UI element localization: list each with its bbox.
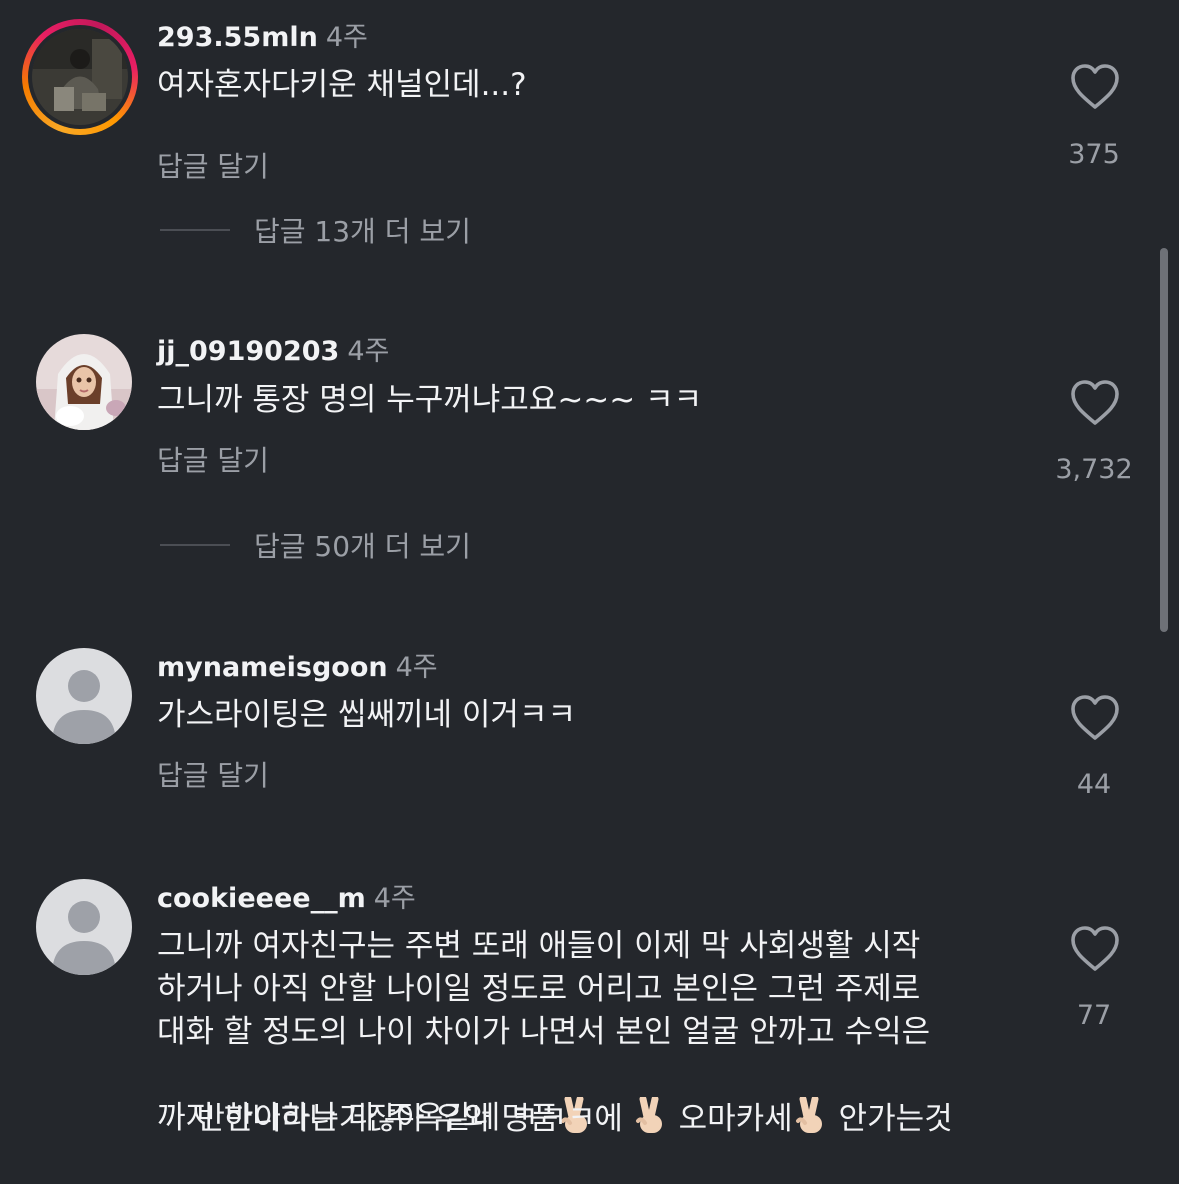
comment-text-line: 대화 할 정도의 나이 차이가 나면서 본인 얼굴 안까고 수익은	[157, 1014, 931, 1050]
comment-time: 4주	[347, 336, 390, 367]
text-segment: 오마카세	[678, 1101, 793, 1137]
comment-text: 가스라이팅은 씹쌔끼네 이거ㅋㅋ	[157, 697, 576, 733]
scrollbar[interactable]	[1160, 248, 1168, 632]
comment-time: 4주	[373, 883, 416, 914]
avatar-photo	[32, 29, 128, 125]
text-segment: 에	[594, 1101, 633, 1137]
comment-header: mynameisgoon 4주	[157, 651, 438, 685]
heart-outline-icon[interactable]	[1069, 379, 1121, 427]
default-user-avatar[interactable]	[36, 648, 132, 744]
user-avatar[interactable]	[36, 334, 132, 430]
view-replies-label: 답글 13개 더 보기	[254, 215, 471, 248]
comment-text-line: 까지 하나하나 다 주옥같네 ㅋㅋㅋ	[157, 1100, 596, 1136]
reply-button[interactable]: 답글 달기	[157, 444, 269, 478]
user-avatar-story[interactable]	[22, 19, 138, 135]
view-replies-label: 답글 50개 더 보기	[254, 530, 471, 563]
replies-divider	[160, 544, 230, 546]
username[interactable]: mynameisgoon	[157, 652, 388, 683]
comment-text: 그니까 통장 명의 누구꺼냐고요~~~ ㅋㅋ	[157, 382, 703, 418]
reply-button[interactable]: 답글 달기	[157, 759, 269, 793]
heart-outline-icon[interactable]	[1069, 63, 1121, 111]
username[interactable]: jj_09190203	[157, 336, 339, 367]
victory-hand-emoji	[633, 1095, 669, 1137]
avatar-ring-gap	[28, 25, 132, 129]
replies-divider	[160, 229, 230, 231]
comment-text-line: 그니까 여자친구는 주변 또래 애들이 이제 막 사회생활 시작	[157, 928, 921, 964]
heart-outline-icon[interactable]	[1069, 694, 1121, 742]
view-replies-button[interactable]: 답글 13개 더 보기	[160, 213, 471, 248]
username[interactable]: 293.55mln	[157, 22, 318, 53]
username[interactable]: cookieeee__m	[157, 883, 366, 914]
comment-header: 293.55mln 4주	[157, 21, 368, 55]
comment-time: 4주	[325, 22, 368, 53]
comment-header: cookieeee__m 4주	[157, 882, 416, 916]
victory-hand-emoji	[793, 1095, 829, 1137]
comment-text: 여자혼자다키운 채널인데...?	[157, 67, 527, 103]
view-replies-button[interactable]: 답글 50개 더 보기	[160, 528, 471, 563]
like-count: 77	[1076, 1000, 1112, 1031]
comment-text-line: 하거나 아직 안할 나이일 정도로 어리고 본인은 그런 주제로	[157, 971, 921, 1007]
text-segment: 안가는것	[828, 1101, 953, 1137]
reply-button[interactable]: 답글 달기	[157, 150, 269, 184]
like-count: 3,732	[1055, 454, 1133, 485]
like-count: 375	[1068, 139, 1120, 170]
heart-outline-icon[interactable]	[1069, 925, 1121, 973]
comment-header: jj_09190203 4주	[157, 335, 389, 369]
like-count: 44	[1076, 769, 1112, 800]
default-user-avatar[interactable]	[36, 879, 132, 975]
comment-time: 4주	[395, 652, 438, 683]
